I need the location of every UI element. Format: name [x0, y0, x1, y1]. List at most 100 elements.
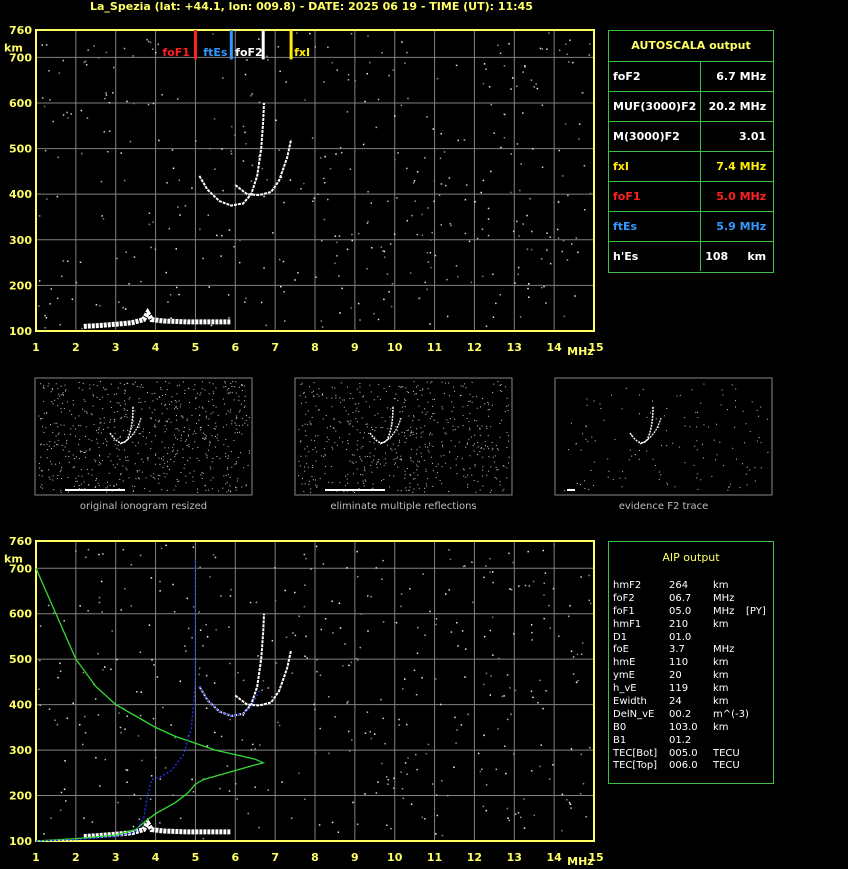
autoscala-value: 5.9 MHz — [700, 211, 775, 242]
noise-dot — [387, 783, 389, 785]
thumb-noise — [414, 478, 416, 480]
thumb-noise — [359, 456, 361, 458]
thumb-noise — [212, 391, 214, 393]
noise-dot — [118, 301, 120, 303]
thumb-noise — [346, 478, 348, 480]
noise-dot — [166, 182, 168, 184]
thumb-noise — [355, 461, 357, 463]
thumb-noise — [173, 489, 175, 491]
thumb-noise — [316, 485, 318, 487]
noise-dot — [383, 256, 386, 258]
noise-dot — [561, 793, 564, 796]
thumb-noise — [310, 424, 312, 426]
thumb-noise — [110, 406, 112, 408]
thumb-noise — [487, 446, 489, 448]
noise-dot — [176, 286, 178, 289]
noise-dot — [483, 576, 485, 579]
thumb-noise — [324, 473, 326, 475]
thumb-noise — [225, 483, 227, 485]
thumb-noise — [211, 399, 213, 401]
thumb-noise — [465, 446, 467, 448]
thumb-noise — [689, 426, 691, 428]
aip-cell: 110 — [669, 657, 689, 669]
noise-dot — [490, 675, 492, 677]
noise-dot — [137, 735, 140, 737]
thumb-noise — [125, 459, 127, 461]
noise-dot — [119, 726, 122, 729]
thumb-noise — [309, 421, 311, 423]
thumb-noise — [216, 456, 218, 458]
noise-dot — [476, 237, 479, 240]
thumb-noise — [417, 466, 419, 468]
thumb-noise — [421, 411, 423, 413]
thumb-noise — [488, 456, 490, 458]
thumb-noise — [154, 409, 156, 411]
noise-dot — [381, 578, 383, 581]
thumb-noise — [409, 435, 411, 437]
thumb-noise — [89, 384, 91, 386]
aip-cell: 06.7 — [669, 592, 692, 604]
thumb-noise — [389, 438, 391, 440]
thumb-noise — [593, 485, 595, 487]
thumb-noise — [430, 456, 432, 458]
thumb-noise — [102, 428, 104, 430]
noise-dot — [492, 654, 494, 656]
thumb-noise — [347, 474, 349, 476]
noise-dot — [483, 635, 486, 638]
noise-dot — [207, 214, 210, 217]
thumb-noise — [184, 440, 186, 442]
noise-dot — [516, 143, 519, 145]
y-tick-label: 600 — [9, 97, 32, 110]
thumb-noise — [451, 401, 453, 403]
thumb-noise — [42, 386, 44, 388]
thumb-noise — [416, 449, 418, 451]
thumb-noise — [386, 444, 388, 446]
thumb-noise — [412, 478, 414, 480]
thumb-noise — [477, 446, 479, 448]
thumb-noise — [413, 488, 415, 490]
thumb-noise — [40, 418, 42, 420]
noise-dot — [433, 200, 435, 203]
noise-dot — [202, 645, 204, 647]
thumb-noise — [120, 472, 122, 474]
thumb-noise — [173, 443, 175, 445]
noise-dot — [382, 717, 384, 720]
noise-dot — [410, 803, 413, 806]
noise-dot — [533, 814, 536, 817]
y-tick-label: 200 — [9, 279, 32, 292]
thumb-noise — [43, 412, 45, 414]
noise-dot — [172, 167, 175, 170]
thumb-noise — [424, 443, 426, 445]
thumb-noise — [310, 488, 312, 490]
thumb-noise — [139, 433, 141, 435]
thumb-noise — [417, 460, 419, 462]
thumb-noise — [412, 491, 414, 493]
thumb-noise — [187, 435, 189, 437]
thumb-noise — [726, 409, 728, 411]
thumb-noise — [225, 474, 227, 476]
noise-dot — [448, 589, 450, 591]
thumb-noise — [195, 408, 197, 410]
noise-dot — [254, 748, 256, 750]
thumb-noise — [312, 479, 314, 481]
thumb-noise — [128, 477, 130, 479]
noise-dot — [48, 708, 51, 710]
thumb-noise — [176, 438, 178, 440]
noise-dot — [212, 554, 215, 556]
noise-dot — [112, 92, 114, 94]
thumb-noise — [333, 427, 335, 429]
aip-cell: km — [713, 683, 729, 695]
thumb-noise — [38, 463, 40, 465]
thumb-noise — [722, 394, 724, 396]
thumb-noise — [425, 413, 427, 415]
thumb-noise — [406, 391, 408, 393]
thumb-noise — [162, 456, 164, 458]
thumb-noise — [74, 466, 76, 468]
noise-dot — [482, 179, 485, 182]
aip-cell: hmF2 — [613, 580, 642, 591]
thumb-noise — [208, 489, 210, 491]
thumb-noise — [676, 395, 678, 397]
noise-dot — [124, 308, 127, 310]
noise-dot — [159, 580, 161, 583]
aip-cell: 05.0 — [669, 605, 692, 617]
